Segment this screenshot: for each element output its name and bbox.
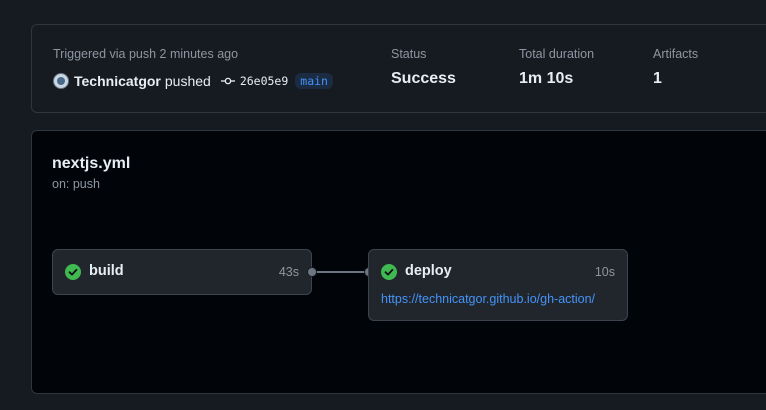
job-connector [313, 271, 369, 273]
artifacts-value[interactable]: 1 [653, 70, 698, 88]
duration-label: Total duration [519, 47, 595, 61]
connector-dot-out [307, 267, 317, 277]
duration-stat: Total duration 1m 10s [519, 47, 594, 88]
job-deploy[interactable]: deploy 10s https://technicatgor.github.i… [368, 249, 628, 321]
git-commit-icon [220, 77, 235, 85]
workflow-name: nextjs.yml [52, 155, 131, 172]
run-summary: Triggered via push 2 minutes ago Technic… [31, 24, 766, 113]
check-circle-fill-icon [381, 264, 397, 280]
commit-sha-link[interactable]: 26e05e9 [240, 74, 288, 88]
duration-value: 1m 10s [519, 70, 574, 87]
actor-action: pushed [164, 73, 211, 89]
job-name: build [89, 263, 124, 279]
job-duration: 43s [278, 265, 299, 279]
actor-row: Technicatgor pushed 26e05e9 main [53, 72, 333, 90]
job-duration: 10s [594, 265, 615, 279]
status-value: Success [391, 70, 456, 87]
deployment-url-link[interactable]: https://technicatgor.github.io/gh-action… [381, 292, 595, 306]
workflow-graph: nextjs.yml on: push build 43s deploy 10s… [31, 130, 766, 394]
trigger-text: Triggered via push 2 minutes ago [53, 47, 239, 61]
avatar[interactable] [53, 73, 69, 89]
status-label: Status [391, 47, 427, 61]
artifacts-label: Artifacts [653, 47, 699, 61]
job-name: deploy [405, 263, 452, 279]
job-build[interactable]: build 43s [52, 249, 312, 295]
actor-name-link[interactable]: Technicatgor [74, 73, 161, 89]
status-stat: Status Success [391, 47, 456, 88]
workflow-trigger: on: push [52, 177, 100, 191]
artifacts-stat: Artifacts 1 [653, 47, 698, 88]
branch-badge[interactable]: main [295, 73, 333, 89]
check-circle-fill-icon [65, 264, 81, 280]
